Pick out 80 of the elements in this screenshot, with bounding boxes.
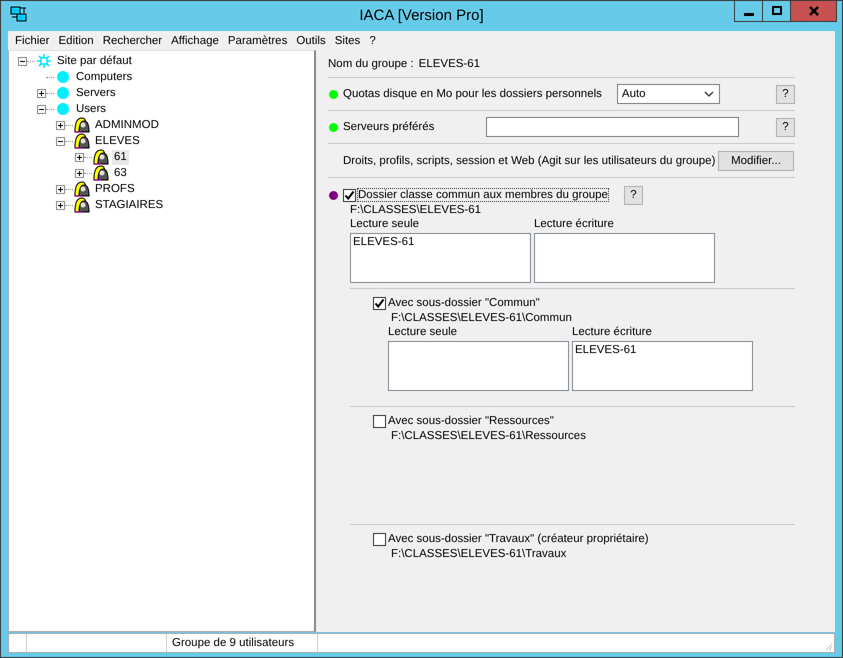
checkbox[interactable] xyxy=(373,532,386,546)
help-button[interactable]: ? xyxy=(624,186,643,204)
checkbox-label[interactable]: Dossier classe commun aux membres du groupe xyxy=(358,189,608,201)
expand-icon[interactable] xyxy=(75,168,84,178)
collapse-icon[interactable] xyxy=(18,56,27,66)
expand-icon[interactable] xyxy=(56,200,65,210)
maximize-icon xyxy=(770,5,782,17)
menu-item[interactable]: Rechercher xyxy=(98,34,168,46)
list-label: Lecture seule xyxy=(388,326,458,338)
tree-item[interactable]: ADMINMOD xyxy=(93,118,161,132)
list-label: Lecture écriture xyxy=(534,218,615,230)
list-box[interactable]: ELEVES-61 xyxy=(572,341,753,391)
menu-item[interactable]: Paramètres xyxy=(224,34,292,46)
collapse-icon[interactable] xyxy=(37,104,46,114)
folder-path: F:\CLASSES\ELEVES-61 xyxy=(350,204,482,216)
checkbox-label[interactable]: Avec sous-dossier "Commun" xyxy=(388,297,540,309)
list-label: Lecture écriture xyxy=(572,326,653,338)
group-icon xyxy=(93,149,109,165)
menu-item[interactable]: Edition xyxy=(54,34,99,46)
minimize-button[interactable] xyxy=(734,1,763,22)
checkbox[interactable] xyxy=(373,296,386,310)
list-label: Lecture seule xyxy=(350,218,420,230)
help-button[interactable]: ? xyxy=(776,84,795,104)
list-item[interactable]: ELEVES-61 xyxy=(575,344,636,356)
tree-item[interactable]: Site par défaut xyxy=(55,54,134,68)
setting-label: Quotas disque en Mo pour les dossiers personnels xyxy=(343,88,602,100)
menu-item[interactable]: Fichier xyxy=(11,34,55,46)
tree-item[interactable]: Users xyxy=(74,102,108,116)
computers-icon xyxy=(10,6,28,24)
servers-field[interactable] xyxy=(486,117,740,137)
list-item[interactable]: ELEVES-61 xyxy=(353,236,414,248)
list-box[interactable] xyxy=(534,233,715,283)
expand-icon[interactable] xyxy=(56,120,65,130)
resize-grip-icon[interactable] xyxy=(823,641,833,651)
dot-icon xyxy=(55,101,71,117)
modify-button[interactable]: Modifier... xyxy=(718,150,794,170)
checkbox-label[interactable]: Avec sous-dossier "Ressources" xyxy=(388,415,554,427)
close-icon xyxy=(808,5,820,17)
checkbox[interactable] xyxy=(343,188,356,202)
checkbox[interactable] xyxy=(373,414,386,428)
folder-path: F:\CLASSES\ELEVES-61\Ressources xyxy=(391,430,587,442)
checkbox-label[interactable]: Avec sous-dossier "Travaux" (créateur propriétaire) xyxy=(388,533,649,545)
tree-item[interactable]: Computers xyxy=(74,70,134,84)
group-icon xyxy=(74,133,90,149)
expand-icon[interactable] xyxy=(75,152,84,162)
setting-label: Droits, profils, scripts, session et Web (Agit sur les utilisateurs du groupe) xyxy=(343,154,716,166)
tree-item[interactable]: STAGIAIRES xyxy=(93,198,166,212)
group-icon xyxy=(74,117,90,133)
dot-icon xyxy=(55,85,71,101)
expand-icon[interactable] xyxy=(37,88,46,98)
group-icon xyxy=(74,197,90,213)
tree-item[interactable]: 61 xyxy=(112,150,129,164)
folder-path: F:\CLASSES\ELEVES-61\Travaux xyxy=(391,548,568,560)
group-icon xyxy=(74,181,90,197)
dot-icon xyxy=(55,69,71,85)
help-button[interactable]: ? xyxy=(776,118,795,136)
status-text: Groupe de 9 utilisateurs xyxy=(172,637,294,649)
menu-item[interactable]: Outils xyxy=(292,34,331,46)
minimize-icon xyxy=(744,13,754,16)
group-name-value: ELEVES-61 xyxy=(418,58,480,70)
menu-item[interactable]: Affichage xyxy=(167,34,224,46)
expand-icon[interactable] xyxy=(56,184,65,194)
collapse-icon[interactable] xyxy=(56,136,65,146)
setting-label: Serveurs préférés xyxy=(343,121,434,133)
quota-dropdown[interactable]: Auto xyxy=(616,84,720,104)
tree-item[interactable]: 63 xyxy=(112,166,129,180)
folder-path: F:\CLASSES\ELEVES-61\Commun xyxy=(391,312,573,324)
tree-item[interactable]: PROFS xyxy=(93,182,137,196)
list-box[interactable]: ELEVES-61 xyxy=(350,233,531,283)
tree-item[interactable]: Servers xyxy=(74,86,118,100)
group-name-label: Nom du groupe : xyxy=(328,58,414,70)
window-title: IACA [Version Pro] xyxy=(359,7,484,24)
network-icon xyxy=(36,53,52,69)
group-icon xyxy=(93,165,109,181)
menu-item[interactable]: ? xyxy=(365,34,381,46)
list-box[interactable] xyxy=(388,341,569,391)
close-button[interactable] xyxy=(790,1,837,22)
chevron-down-icon xyxy=(704,91,714,97)
tree-item[interactable]: ELEVES xyxy=(93,134,142,148)
menu-item[interactable]: Sites xyxy=(330,34,366,46)
